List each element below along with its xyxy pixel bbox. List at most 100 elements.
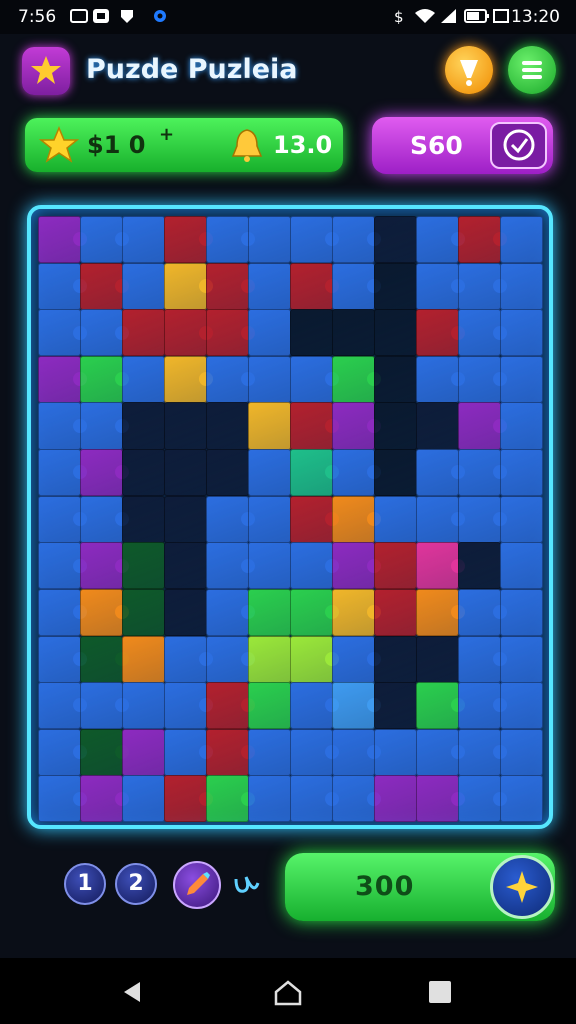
- coins-button[interactable]: S60: [372, 117, 553, 174]
- puzzle-piece[interactable]: [248, 355, 291, 403]
- pencil-icon: [187, 872, 210, 895]
- puzzle-piece[interactable]: [500, 682, 543, 730]
- puzzle-piece[interactable]: [458, 542, 501, 590]
- puzzle-piece[interactable]: [122, 449, 165, 497]
- hamburger-menu-icon: [522, 61, 542, 79]
- puzzle-piece[interactable]: [374, 588, 417, 637]
- puzzle-piece[interactable]: [500, 542, 543, 590]
- puzzle-piece[interactable]: [416, 402, 459, 450]
- check-circle-icon: [503, 129, 535, 161]
- puzzle-grid[interactable]: [38, 216, 543, 823]
- puzzle-piece[interactable]: [164, 449, 207, 497]
- level-1-button[interactable]: 1: [64, 863, 106, 905]
- home-button[interactable]: [274, 980, 302, 1010]
- puzzle-piece[interactable]: [500, 588, 543, 637]
- puzzle-piece[interactable]: [500, 449, 543, 497]
- signal-icon: [440, 8, 458, 24]
- puzzle-piece[interactable]: [164, 495, 207, 543]
- puzzle-piece[interactable]: [122, 775, 165, 823]
- puzzle-piece[interactable]: [122, 682, 165, 730]
- puzzle-piece[interactable]: [332, 309, 375, 357]
- puzzle-piece[interactable]: [374, 775, 417, 823]
- puzzle-piece[interactable]: [500, 309, 543, 357]
- play-button[interactable]: 300: [285, 853, 555, 921]
- puzzle-piece[interactable]: [416, 635, 459, 683]
- play-value: 300: [355, 871, 415, 902]
- puzzle-piece[interactable]: [374, 495, 417, 543]
- menu-button[interactable]: [508, 46, 556, 94]
- add-button[interactable]: [490, 855, 554, 919]
- puzzle-piece[interactable]: [374, 402, 417, 450]
- battery-icon: [464, 8, 490, 24]
- puzzle-piece[interactable]: [122, 495, 165, 543]
- puzzle-piece[interactable]: [122, 588, 165, 637]
- recents-button[interactable]: [428, 980, 452, 1008]
- puzzle-piece[interactable]: [164, 542, 207, 590]
- puzzle-piece[interactable]: [500, 216, 543, 264]
- puzzle-piece[interactable]: [500, 402, 543, 450]
- puzzle-piece[interactable]: [122, 216, 165, 264]
- puzzle-piece[interactable]: [248, 262, 291, 310]
- puzzle-piece[interactable]: [122, 635, 165, 683]
- exclamation-icon: [460, 60, 478, 86]
- puzzle-piece[interactable]: [122, 262, 165, 310]
- puzzle-piece[interactable]: [248, 775, 291, 823]
- puzzle-piece[interactable]: [500, 495, 543, 543]
- puzzle-piece[interactable]: [500, 635, 543, 683]
- home-icon: [274, 980, 302, 1006]
- puzzle-piece[interactable]: [248, 495, 291, 543]
- puzzle-piece[interactable]: [164, 402, 207, 450]
- puzzle-piece[interactable]: [248, 635, 291, 683]
- puzzle-piece[interactable]: [248, 682, 291, 730]
- score-suffix: +: [159, 124, 175, 145]
- puzzle-piece[interactable]: [122, 309, 165, 357]
- puzzle-piece[interactable]: [374, 309, 417, 357]
- shield-icon: [118, 8, 136, 24]
- puzzle-piece[interactable]: [374, 216, 417, 264]
- puzzle-piece[interactable]: [374, 682, 417, 730]
- wifi-icon: [414, 8, 436, 24]
- puzzle-piece[interactable]: [164, 588, 207, 637]
- bell-icon: [231, 129, 263, 162]
- puzzle-piece[interactable]: [374, 355, 417, 403]
- puzzle-piece[interactable]: [374, 449, 417, 497]
- score-value: $1 0: [87, 131, 146, 159]
- puzzle-piece[interactable]: [248, 728, 291, 776]
- app-title: Puzde Puzleia: [86, 54, 298, 85]
- hint-button[interactable]: [445, 46, 493, 94]
- recents-square-icon: [429, 981, 451, 1003]
- puzzle-piece[interactable]: [122, 402, 165, 450]
- puzzle-board: [27, 205, 553, 829]
- puzzle-piece[interactable]: [122, 728, 165, 776]
- alarm-icon: [492, 8, 510, 24]
- pencil-tool-button[interactable]: [173, 861, 221, 909]
- puzzle-piece[interactable]: [248, 402, 291, 450]
- data-icon: $: [392, 8, 410, 26]
- puzzle-piece[interactable]: [374, 262, 417, 310]
- puzzle-piece[interactable]: [500, 262, 543, 310]
- confirm-button[interactable]: [490, 122, 547, 169]
- puzzle-piece[interactable]: [206, 402, 249, 450]
- puzzle-piece[interactable]: [248, 216, 291, 264]
- puzzle-piece[interactable]: [248, 449, 291, 497]
- puzzle-piece[interactable]: [248, 588, 291, 637]
- back-button[interactable]: [120, 980, 144, 1008]
- puzzle-piece[interactable]: [248, 309, 291, 357]
- level-2-button[interactable]: 2: [115, 863, 157, 905]
- puzzle-piece[interactable]: [374, 542, 417, 590]
- sync-icon: [152, 8, 170, 24]
- puzzle-piece[interactable]: [206, 449, 249, 497]
- star-icon: [39, 126, 79, 163]
- puzzle-piece[interactable]: [500, 775, 543, 823]
- puzzle-piece[interactable]: [122, 355, 165, 403]
- puzzle-piece[interactable]: [500, 728, 543, 776]
- puzzle-piece[interactable]: [248, 542, 291, 590]
- undo-button[interactable]: [232, 869, 260, 906]
- puzzle-piece[interactable]: [122, 542, 165, 590]
- puzzle-piece[interactable]: [374, 728, 417, 776]
- puzzle-piece[interactable]: [290, 309, 333, 357]
- puzzle-piece[interactable]: [374, 635, 417, 683]
- app-logo-icon: [22, 47, 70, 95]
- puzzle-piece[interactable]: [500, 355, 543, 403]
- score-bar: $1 0 + 13.0: [25, 118, 343, 172]
